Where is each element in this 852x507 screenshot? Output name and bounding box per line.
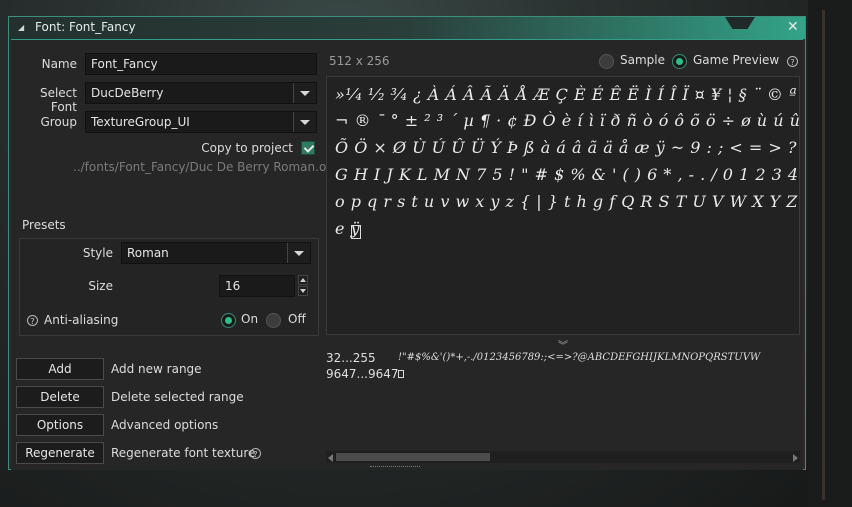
help-icon[interactable]: ? xyxy=(250,448,261,459)
range-1-glyphs: !"#$%&'()*+,-./0123456789:;<=>?@ABCDEFGH… xyxy=(398,352,761,363)
range-2-glyph-box xyxy=(398,370,404,378)
side-scrollbar[interactable] xyxy=(822,10,825,500)
regenerate-desc: Regenerate font texture xyxy=(111,446,256,460)
aa-off-label: Off xyxy=(288,312,306,326)
delete-range-desc: Delete selected range xyxy=(111,390,244,404)
help-icon[interactable]: ? xyxy=(27,315,38,326)
name-label: Name xyxy=(41,57,77,71)
font-path: ../fonts/Font_Fancy/Duc De Berry Roman.o… xyxy=(73,160,336,174)
texture-size: 512 x 256 xyxy=(329,54,390,68)
glyph-line-5: o p q r s t u v w x y z { | } t h g f Q … xyxy=(335,192,799,211)
background-side-panel xyxy=(808,0,852,507)
select-font-value: DucDeBerry xyxy=(91,86,164,100)
aa-on-radio[interactable] xyxy=(221,313,236,328)
sample-label: Sample xyxy=(620,53,665,67)
style-dropdown[interactable]: Roman xyxy=(121,242,311,264)
size-stepper[interactable] xyxy=(297,275,309,297)
close-icon[interactable]: ✕ xyxy=(787,19,799,35)
stepper-up-icon[interactable] xyxy=(298,275,308,285)
style-label: Style xyxy=(82,246,113,260)
preview-hscrollbar[interactable] xyxy=(326,451,800,463)
glyph-line-4: G H I J K L M N 7 5 ! " # $ % & ' ( ) 6 … xyxy=(335,165,799,184)
regenerate-button[interactable]: Regenerate xyxy=(16,442,104,464)
add-range-desc: Add new range xyxy=(111,362,202,376)
aa-off-radio[interactable] xyxy=(266,313,281,328)
range-2-label[interactable]: 9647...9647 xyxy=(326,367,399,381)
game-preview-label: Game Preview xyxy=(693,53,780,67)
range-1-label[interactable]: 32...255 xyxy=(326,351,376,365)
scroll-left-icon[interactable] xyxy=(328,454,333,462)
stepper-down-icon[interactable] xyxy=(298,286,308,296)
group-value: TextureGroup_UI xyxy=(91,115,190,129)
sample-radio[interactable] xyxy=(599,54,614,69)
game-preview-radio[interactable] xyxy=(672,54,687,69)
missing-glyph-box xyxy=(351,225,361,239)
delete-range-button[interactable]: Delete xyxy=(16,386,104,408)
title-notch xyxy=(725,17,755,29)
copy-to-project-label: Copy to project xyxy=(201,141,293,155)
presets-title: Presets xyxy=(22,218,66,232)
chevron-down-icon[interactable] xyxy=(287,243,310,263)
glyph-line-1: »¹⁄₄ ¹⁄₂ ³⁄₄ ¿ À Á Â Ã Ä Å Æ Ç È É Ê Ë Ì… xyxy=(335,85,800,104)
font-preview-panel: »¹⁄₄ ¹⁄₂ ³⁄₄ ¿ À Á Â Ã Ä Å Æ Ç È É Ê Ë Ì… xyxy=(326,76,800,335)
anti-aliasing-label: Anti-aliasing xyxy=(44,313,119,327)
size-input[interactable]: 16 xyxy=(219,275,295,297)
resize-grip[interactable] xyxy=(370,466,420,469)
group-label: Group xyxy=(40,115,77,129)
chevron-down-icon[interactable] xyxy=(293,112,316,132)
glyph-line-2: ¬ ® ¯ ° ± ² ³ ´ µ ¶ · ¢ Ð Ò è í ì ï ð ñ … xyxy=(335,111,800,130)
title-bar[interactable]: ◢ Font: Font_Fancy ✕ xyxy=(9,17,805,39)
group-dropdown[interactable]: TextureGroup_UI xyxy=(85,111,317,133)
style-value: Roman xyxy=(127,246,169,260)
size-label: Size xyxy=(88,279,113,293)
copy-to-project-checkbox[interactable] xyxy=(301,141,315,155)
select-font-label: Select Font xyxy=(39,86,77,114)
add-range-button[interactable]: Add xyxy=(16,358,104,380)
glyph-line-3: Õ Ö × Ø Ù Ú Û Ü Ý Þ ß à á â ã ä å æ ÿ ~ … xyxy=(335,138,799,157)
chevron-down-icon[interactable] xyxy=(293,83,316,103)
options-desc: Advanced options xyxy=(111,418,219,432)
scroll-right-icon[interactable] xyxy=(793,454,798,462)
select-font-dropdown[interactable]: DucDeBerry xyxy=(85,82,317,104)
aa-on-label: On xyxy=(241,312,259,326)
help-icon[interactable]: ? xyxy=(787,56,798,67)
scroll-thumb[interactable] xyxy=(336,453,490,461)
collapse-arrow-icon[interactable]: ◢ xyxy=(18,23,24,32)
name-input[interactable]: Font_Fancy xyxy=(85,53,317,75)
options-button[interactable]: Options xyxy=(16,414,104,436)
chevron-double-down-icon[interactable]: ︾ xyxy=(558,337,568,352)
window-title: Font: Font_Fancy xyxy=(35,20,136,34)
